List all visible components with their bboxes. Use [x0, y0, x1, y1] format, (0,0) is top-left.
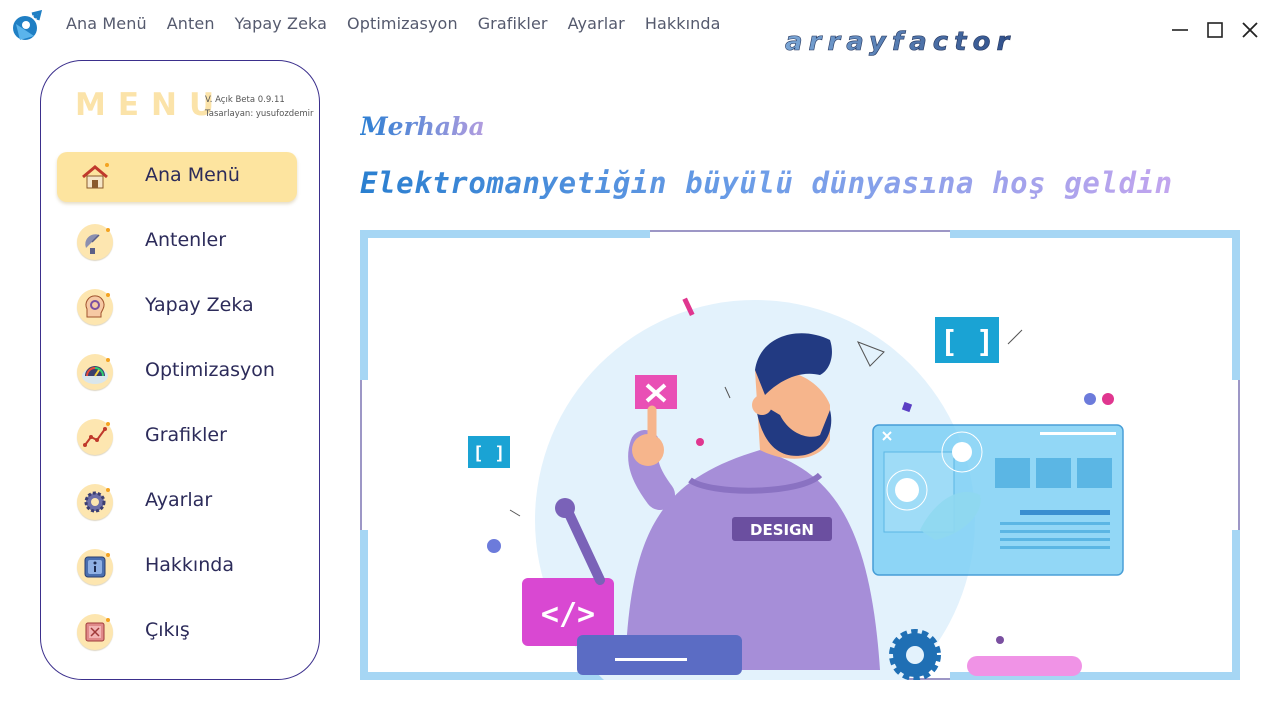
gauge-icon — [77, 354, 113, 390]
top-menu-anten[interactable]: Anten — [167, 14, 215, 33]
sidebar-item-label: Hakkında — [145, 554, 234, 576]
top-menu-ana-menu[interactable]: Ana Menü — [66, 14, 147, 33]
minimize-icon — [1172, 29, 1188, 31]
svg-text:[ ]: [ ] — [940, 325, 994, 360]
top-menu-yapay-zeka[interactable]: Yapay Zeka — [235, 14, 327, 33]
sidebar-item-antenler[interactable]: Antenler — [57, 217, 297, 267]
sidebar-item-label: Ayarlar — [145, 489, 213, 511]
version-text: V. Açık Beta 0.9.11 — [205, 95, 285, 105]
gear-icon — [77, 484, 113, 520]
maximize-button[interactable] — [1205, 20, 1225, 40]
top-menu-optimizasyon[interactable]: Optimizasyon — [347, 14, 458, 33]
home-icon — [77, 159, 113, 195]
designer-illustration: [ ] [ ] </> DESIGN — [360, 230, 1240, 680]
designer-text: Tasarlayan: yusufozdemir — [205, 109, 314, 119]
close-icon — [1242, 22, 1258, 38]
sidebar-item-label: Ana Menü — [145, 164, 240, 186]
brand-logo: arrayfactor — [785, 26, 1025, 60]
sidebar-item-cikis[interactable]: Çıkış — [57, 607, 297, 657]
svg-text:</>: </> — [541, 597, 595, 632]
sidebar-item-yapay-zeka[interactable]: Yapay Zeka — [57, 282, 297, 332]
sidebar-item-label: Antenler — [145, 229, 227, 251]
top-menu-hakkinda[interactable]: Hakkında — [645, 14, 721, 33]
sidebar-item-label: Çıkış — [145, 619, 190, 641]
satellite-dish-icon — [77, 224, 113, 260]
welcome-heading: Elektromanyetiğin büyülü dünyasına hoş g… — [360, 166, 1173, 200]
sidebar-item-ana-menu[interactable]: Ana Menü — [57, 152, 297, 202]
sidebar: MENU V. Açık Beta 0.9.11 Tasarlayan: yus… — [40, 60, 320, 680]
top-menu-ayarlar[interactable]: Ayarlar — [568, 14, 625, 33]
menu-title: MENU — [75, 87, 227, 123]
close-button[interactable] — [1240, 20, 1260, 40]
sidebar-item-ayarlar[interactable]: Ayarlar — [57, 477, 297, 527]
top-menu-bar: Ana Menü Anten Yapay Zeka Optimizasyon G… — [66, 14, 721, 33]
svg-text:[ ]: [ ] — [473, 443, 506, 464]
illustration-frame: [ ] [ ] </> DESIGN — [360, 230, 1240, 680]
exit-icon — [77, 614, 113, 650]
app-logo-icon — [10, 9, 44, 42]
maximize-icon — [1207, 22, 1223, 38]
sidebar-item-label: Optimizasyon — [145, 359, 275, 381]
info-icon — [77, 549, 113, 585]
greeting-heading: Merhaba — [360, 112, 485, 141]
minimize-button[interactable] — [1170, 20, 1190, 40]
sidebar-item-label: Yapay Zeka — [145, 294, 254, 316]
sidebar-item-hakkinda[interactable]: Hakkında — [57, 542, 297, 592]
sidebar-item-optimizasyon[interactable]: Optimizasyon — [57, 347, 297, 397]
shirt-text: DESIGN — [750, 521, 814, 539]
sidebar-item-label: Grafikler — [145, 424, 227, 446]
brand-text: arrayfactor — [785, 27, 1015, 57]
sidebar-item-grafikler[interactable]: Grafikler — [57, 412, 297, 462]
top-menu-grafikler[interactable]: Grafikler — [478, 14, 548, 33]
brain-gear-icon — [77, 289, 113, 325]
line-graph-icon — [77, 419, 113, 455]
